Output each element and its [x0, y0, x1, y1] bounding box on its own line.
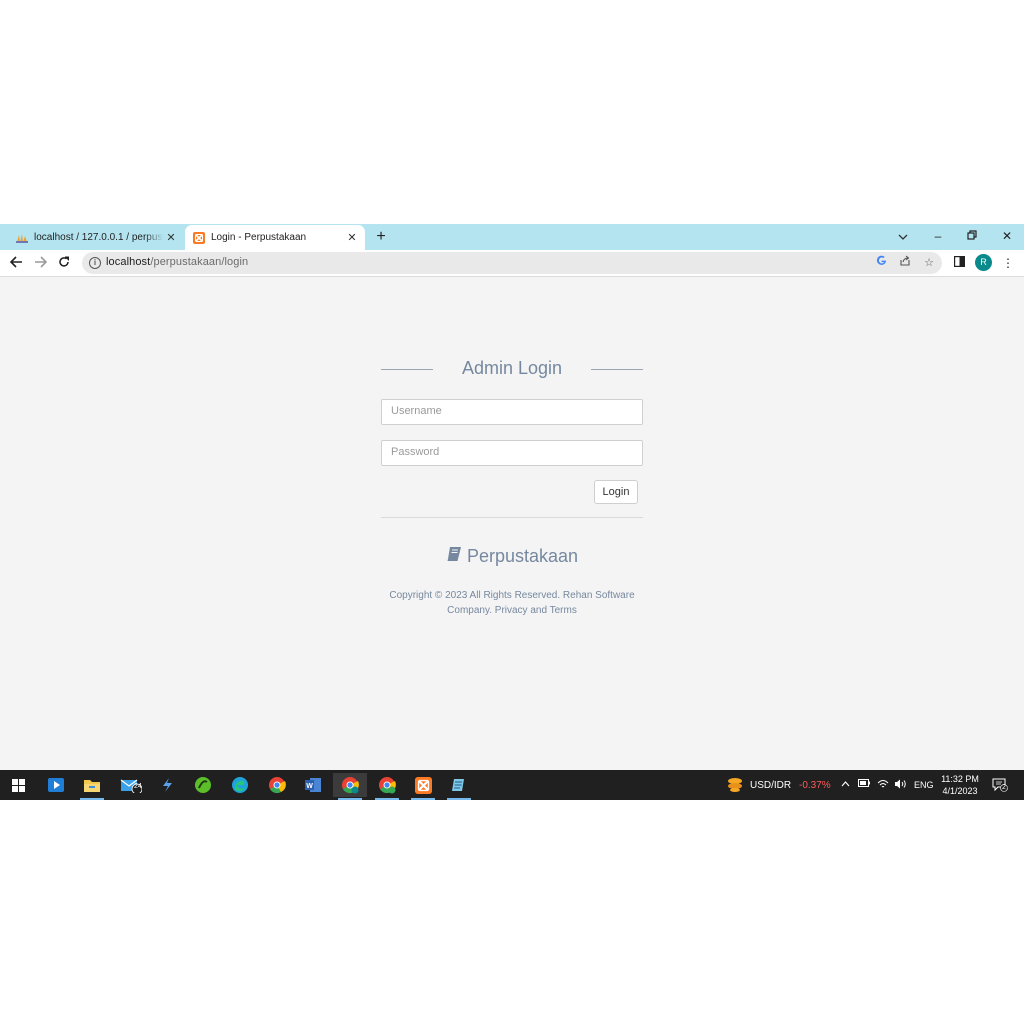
- start-icon[interactable]: [1, 773, 35, 797]
- file-explorer-icon[interactable]: [75, 773, 109, 800]
- tab-search-icon[interactable]: [893, 227, 913, 245]
- tab-phpmyadmin[interactable]: localhost / 127.0.0.1 / perpustakaan ✕: [8, 225, 184, 250]
- login-panel: Admin Login Login Perpustakaan Copyright…: [381, 352, 643, 616]
- clock-date: 4/1/2023: [942, 786, 978, 796]
- chrome-profile-icon[interactable]: [333, 773, 367, 800]
- bookmark-star-icon[interactable]: ☆: [921, 255, 937, 271]
- address-bar[interactable]: i localhost/perpustakaan/login ☆: [82, 252, 942, 274]
- brand: Perpustakaan: [381, 546, 643, 567]
- language-indicator[interactable]: ENG: [914, 780, 934, 790]
- windows-taskbar: 24 W USD/IDR -0.37% ENG 11:32 PM 4/1/202…: [0, 770, 1024, 800]
- close-window-icon[interactable]: ✕: [997, 227, 1017, 245]
- media-player-icon[interactable]: [39, 773, 73, 797]
- app-icon-green[interactable]: [186, 773, 220, 797]
- back-icon[interactable]: [7, 254, 25, 272]
- mail-icon[interactable]: 24: [114, 773, 148, 797]
- book-icon: [446, 546, 462, 567]
- volume-icon[interactable]: [894, 779, 907, 793]
- clock[interactable]: 11:32 PM 4/1/2023: [936, 773, 984, 797]
- clock-time: 11:32 PM: [941, 774, 979, 784]
- profile-avatar[interactable]: R: [975, 254, 992, 271]
- username-field[interactable]: [381, 399, 643, 425]
- browser-tab-bar: localhost / 127.0.0.1 / perpustakaan ✕ L…: [0, 224, 1024, 250]
- more-menu-icon[interactable]: ⋮: [999, 254, 1017, 272]
- currency-pair[interactable]: USD/IDR: [750, 780, 791, 791]
- divider: [381, 517, 643, 518]
- site-info-icon[interactable]: i: [89, 257, 101, 269]
- new-tab-button[interactable]: +: [372, 228, 390, 246]
- url-text: localhost/perpustakaan/login: [106, 256, 249, 268]
- app-icon-blue[interactable]: [150, 773, 184, 797]
- phpmyadmin-icon: [16, 232, 28, 244]
- tab-title: Login - Perpustakaan: [211, 232, 307, 243]
- tab-login[interactable]: Login - Perpustakaan ✕: [185, 225, 365, 250]
- chrome-profile-2-icon[interactable]: [370, 773, 404, 800]
- tab-title: localhost / 127.0.0.1 / perpustakaan: [34, 232, 164, 243]
- copyright-line-1: Copyright © 2023 All Rights Reserved. Re…: [389, 590, 635, 601]
- notepad-icon[interactable]: [442, 773, 476, 800]
- close-tab-icon[interactable]: ✕: [345, 231, 359, 244]
- xampp-taskbar-icon[interactable]: [406, 773, 440, 800]
- copyright-text: Copyright © 2023 All Rights Reserved. Re…: [381, 588, 643, 618]
- brand-name: Perpustakaan: [466, 546, 579, 566]
- mail-badge: 24: [134, 783, 142, 790]
- notification-badge: 2: [1002, 784, 1006, 791]
- password-field[interactable]: [381, 440, 643, 466]
- username-input[interactable]: [382, 400, 640, 422]
- password-input[interactable]: [382, 441, 640, 463]
- close-tab-icon[interactable]: ✕: [164, 231, 178, 244]
- xampp-icon: [193, 231, 205, 244]
- currency-widget-icon[interactable]: [726, 777, 744, 797]
- reload-icon[interactable]: [55, 254, 73, 272]
- screen: localhost / 127.0.0.1 / perpustakaan ✕ L…: [0, 224, 1024, 800]
- battery-icon[interactable]: [858, 779, 870, 791]
- forward-icon[interactable]: [31, 254, 49, 272]
- browser-toolbar: i localhost/perpustakaan/login ☆ R ⋮: [0, 250, 1024, 277]
- heading-right-rule: [591, 369, 643, 370]
- svg-text:W: W: [306, 783, 313, 790]
- side-panel-icon[interactable]: [950, 254, 968, 272]
- minimize-icon[interactable]: –: [928, 227, 948, 245]
- chrome-icon[interactable]: [260, 773, 294, 797]
- restore-icon[interactable]: [962, 227, 982, 245]
- login-button[interactable]: Login: [594, 480, 638, 504]
- google-icon[interactable]: [873, 255, 889, 271]
- wifi-icon[interactable]: [877, 779, 889, 793]
- copyright-line-2: Company. Privacy and Terms: [447, 605, 577, 616]
- edge-icon[interactable]: [223, 773, 257, 797]
- currency-change: -0.37%: [799, 780, 831, 791]
- word-icon[interactable]: W: [296, 773, 330, 797]
- share-icon[interactable]: [897, 255, 913, 271]
- chevron-up-icon[interactable]: [841, 779, 850, 791]
- login-heading-row: Admin Login: [381, 352, 643, 388]
